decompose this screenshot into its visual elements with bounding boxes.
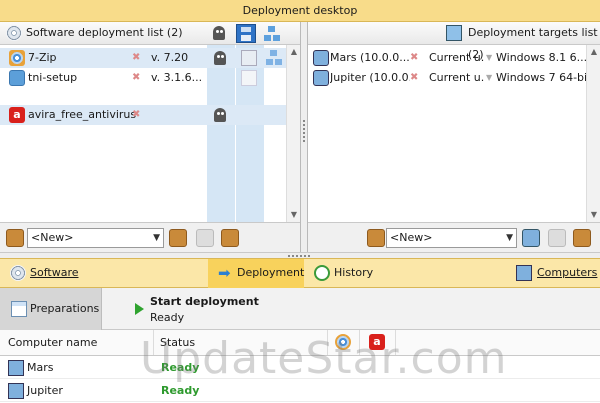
computer-icon (313, 70, 329, 86)
nav-computers[interactable]: Computers (510, 259, 600, 288)
target-name: Jupiter (10.0.0.... (330, 71, 410, 84)
computer-icon (8, 360, 24, 376)
target-row-jupiter[interactable]: Jupiter (10.0.0.... ✖ Current u... ▼ Win… (308, 68, 586, 88)
software-name: tni-setup (28, 71, 78, 84)
targets-pane-footer: <New> ▼ (308, 222, 600, 252)
package-icon[interactable] (6, 229, 24, 247)
add-package-icon[interactable] (169, 229, 187, 247)
ghost-icon (214, 51, 226, 65)
remove-icon[interactable]: ✖ (132, 48, 140, 68)
computer-icon (8, 383, 24, 399)
software-pane-header: Software deployment list (2) (0, 22, 300, 45)
software-scrollbar[interactable]: ▲ ▼ (286, 45, 300, 222)
target-os: Windows 7 64-bit (496, 71, 586, 84)
computers-icon (516, 265, 532, 281)
software-row-avira[interactable]: a avira_free_antivirus ✖ (0, 105, 288, 125)
floppy-icon[interactable] (241, 50, 257, 66)
clock-icon (314, 265, 330, 281)
target-row-mars[interactable]: Mars (10.0.0.... ✖ Current u... ▼ Window… (308, 48, 586, 68)
nav-deployment-label: Deployment (237, 266, 305, 279)
deployment-status: Ready (150, 311, 185, 324)
remove-icon[interactable]: ✖ (410, 48, 418, 68)
nav-software-label: Software (30, 266, 79, 279)
grid-computer-name: Jupiter (27, 384, 63, 397)
nav-history-label: History (334, 266, 374, 279)
remove-icon[interactable]: ✖ (410, 68, 418, 88)
grid-computer-name: Mars (27, 361, 54, 374)
software-selector[interactable]: <New> ▼ (27, 228, 164, 248)
targets-selector-value: <New> (390, 231, 433, 244)
calendar-icon (11, 301, 27, 317)
7zip-installer-icon (9, 50, 25, 66)
computer-settings-icon[interactable] (573, 229, 591, 247)
chevron-down-icon: ▼ (153, 233, 160, 243)
window-title: Deployment desktop (0, 0, 600, 22)
column-toggle-floppy-icon[interactable] (236, 24, 256, 43)
targets-selector[interactable]: <New> ▼ (386, 228, 517, 248)
software-row-7zip[interactable]: 7-Zip ✖ v. 7.20 (0, 48, 288, 68)
step-preparations[interactable]: Preparations (0, 288, 102, 330)
software-pane-footer: <New> ▼ (0, 222, 300, 252)
start-deployment-button[interactable]: Start deployment (150, 295, 259, 308)
user-chevron-icon[interactable]: ▼ (486, 68, 492, 88)
deployment-steps: Preparations Start deployment Ready (0, 288, 600, 330)
software-name: 7-Zip (28, 51, 57, 64)
software-cd-icon (6, 25, 22, 41)
watermark-text: UpdateStar.com (140, 333, 508, 384)
nav-deployment[interactable]: ➡ Deployment (208, 259, 304, 288)
play-icon[interactable] (135, 303, 144, 315)
floppy-icon[interactable] (241, 70, 257, 86)
splitter-grip[interactable] (288, 255, 312, 257)
arrow-right-icon: ➡ (218, 264, 231, 282)
scroll-down-icon[interactable]: ▼ (587, 208, 600, 222)
nav-computers-label: Computers (537, 266, 598, 279)
column-computer-name[interactable]: Computer name (0, 330, 154, 355)
scroll-up-icon[interactable]: ▲ (587, 45, 600, 59)
network-layout-icon[interactable] (264, 26, 280, 42)
remove-computer-icon[interactable] (548, 229, 566, 247)
nav-history[interactable]: History (304, 259, 400, 288)
remove-package-icon[interactable] (196, 229, 214, 247)
software-version: v. 3.1.6... (151, 71, 203, 84)
software-deployment-pane: Software deployment list (2) 7-Zip ✖ v. … (0, 22, 301, 252)
software-selector-value: <New> (31, 231, 74, 244)
package-settings-icon[interactable] (221, 229, 239, 247)
ghost-icon[interactable] (213, 26, 225, 40)
targets-pane-header: Deployment targets list (2) (308, 22, 600, 61)
computer-icon (313, 50, 329, 66)
splitter-grip[interactable] (303, 120, 305, 142)
target-os: Windows 8.1 6... (496, 51, 586, 64)
chevron-down-icon: ▼ (506, 233, 513, 243)
user-chevron-icon[interactable]: ▼ (486, 48, 492, 68)
software-name: avira_free_antivirus (28, 108, 137, 121)
remove-icon[interactable]: ✖ (132, 68, 140, 88)
step-preparations-label: Preparations (30, 302, 100, 315)
deployment-targets-pane: Deployment targets list (2) Mars (10.0.0… (307, 22, 600, 252)
remove-icon[interactable]: ✖ (132, 105, 140, 125)
main-navigation: Software ➡ Deployment History Computers (0, 258, 600, 288)
column-computer-name-label: Computer name (8, 336, 98, 349)
target-package-icon[interactable] (367, 229, 385, 247)
network-icon[interactable] (266, 50, 282, 66)
target-user: Current u... (429, 51, 485, 64)
computer-network-icon (446, 25, 462, 41)
avira-icon: a (9, 107, 25, 123)
scroll-up-icon[interactable]: ▲ (287, 45, 301, 59)
scroll-down-icon[interactable]: ▼ (287, 208, 301, 222)
nav-software[interactable]: Software (0, 259, 208, 288)
software-version: v. 7.20 (151, 51, 189, 64)
software-row-tni-setup[interactable]: tni-setup ✖ v. 3.1.6... (0, 68, 288, 88)
target-name: Mars (10.0.0.... (330, 51, 410, 64)
targets-scrollbar[interactable]: ▲ ▼ (586, 45, 600, 222)
ghost-icon (214, 108, 226, 122)
tni-setup-icon (9, 70, 25, 86)
software-cd-icon (10, 265, 26, 281)
target-user: Current u... (429, 71, 485, 84)
software-pane-title: Software deployment list (2) (26, 26, 183, 39)
add-computer-icon[interactable] (522, 229, 540, 247)
